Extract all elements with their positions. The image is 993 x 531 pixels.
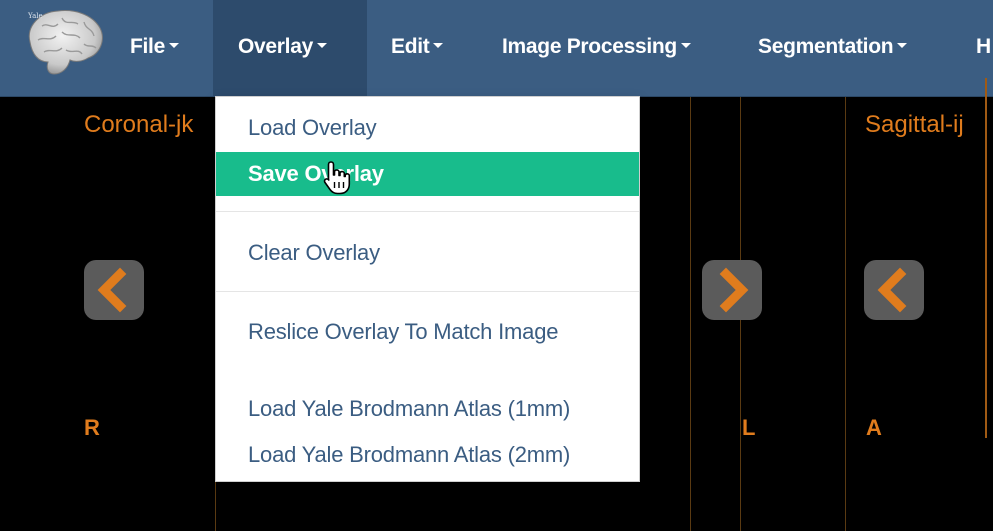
nav-image-processing-label: Image Processing [502,35,677,58]
hand-pointer-icon [322,160,352,196]
nav-image-processing-menu[interactable]: Image Processing [502,0,691,96]
menu-item-label: Reslice Overlay To Match Image [248,319,559,344]
menu-item-load-brodmann-2mm[interactable]: Load Yale Brodmann Atlas (2mm) [216,433,639,477]
sagittal-prev-slice-button[interactable] [864,260,924,320]
viewport-grid-line [690,97,691,531]
nav-overlay-menu[interactable]: Overlay [213,0,367,96]
menu-item-label: Load Yale Brodmann Atlas (1mm) [248,396,571,421]
menu-item-label: Load Yale Brodmann Atlas (2mm) [248,442,571,467]
menu-item-clear-overlay[interactable]: Clear Overlay [216,231,639,275]
menu-item-load-overlay[interactable]: Load Overlay [216,106,639,150]
chevron-left-icon [97,267,127,313]
nav-overlay-label: Overlay [238,35,313,58]
coronal-prev-slice-button[interactable] [84,260,144,320]
caret-down-icon [168,42,179,48]
sagittal-slice-frame [985,78,993,438]
menu-item-load-brodmann-1mm[interactable]: Load Yale Brodmann Atlas (1mm) [216,387,639,431]
orientation-label-anterior: A [866,415,882,440]
nav-file-menu[interactable]: File [130,0,179,96]
menu-item-label: Load Overlay [248,115,377,140]
orientation-label-right: R [84,415,100,440]
caret-down-icon [316,42,327,48]
overlay-dropdown-menu: Load Overlay Save Overlay Clear Overlay … [215,96,640,482]
viewport-grid-line [845,97,846,531]
nav-file-label: File [130,35,165,58]
caret-down-icon [433,42,444,48]
caret-down-icon [680,42,691,48]
nav-segmentation-menu[interactable]: Segmentation [758,0,908,96]
nav-segmentation-label: Segmentation [758,35,894,58]
nav-help-label: H [976,35,991,58]
menu-item-label: Save Overlay [248,161,384,186]
coronal-next-slice-button[interactable] [702,260,762,320]
menu-divider [216,291,639,292]
menu-item-save-overlay[interactable]: Save Overlay [216,152,639,196]
orientation-label-left: L [742,415,756,440]
caret-down-icon [897,42,908,48]
chevron-left-icon [877,267,907,313]
coronal-view-label: Coronal-jk [84,111,194,138]
nav-edit-menu[interactable]: Edit [391,0,444,96]
menu-item-reslice-overlay[interactable]: Reslice Overlay To Match Image [216,310,639,354]
menu-divider [216,211,639,212]
main-navbar: Yale File Overlay Edit Image Processing … [0,0,993,97]
nav-edit-label: Edit [391,35,430,58]
sagittal-view-label: Sagittal-ij [865,111,964,138]
menu-item-label: Clear Overlay [248,240,380,265]
logo-text: Yale [28,12,43,20]
chevron-right-icon [719,267,749,313]
